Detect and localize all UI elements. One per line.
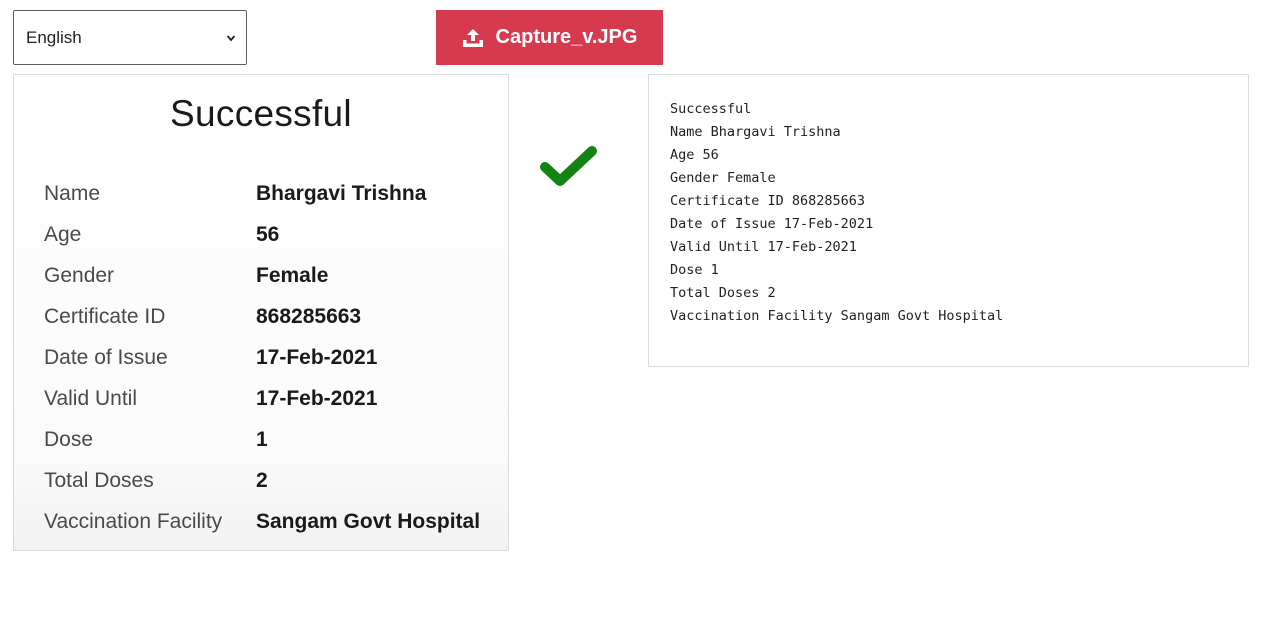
extracted-text-line: Name Bhargavi Trishna: [670, 124, 841, 140]
extracted-text-line: Valid Until 17-Feb-2021: [670, 239, 857, 255]
checkmark-icon: [540, 146, 597, 186]
certificate-row-value: 1: [256, 427, 268, 451]
upload-button-label: Capture_v.JPG: [495, 26, 638, 48]
certificate-row-label: Dose: [44, 427, 94, 451]
extracted-text-line: Age 56: [670, 147, 719, 163]
certificate-row: Gender Female: [44, 255, 504, 296]
certificate-row-label: Gender: [44, 263, 115, 287]
extracted-text-line: Vaccination Facility Sangam Govt Hospita…: [670, 308, 1004, 324]
certificate-row-label: Age: [44, 222, 82, 246]
certificate-row-value: 2: [256, 468, 268, 492]
extracted-text-line: Total Doses 2: [670, 285, 776, 301]
upload-image-button[interactable]: Capture_v.JPG: [436, 10, 663, 65]
extracted-text-panel: Successful Name Bhargavi Trishna Age 56 …: [648, 74, 1249, 367]
chevron-down-icon: [226, 34, 236, 41]
certificate-row-value: Bhargavi Trishna: [256, 181, 427, 205]
certificate-row-value: 56: [256, 222, 280, 246]
certificate-row: Vaccination Facility Sangam Govt Hospita…: [44, 501, 504, 542]
language-select[interactable]: English: [13, 10, 247, 65]
certificate-row: Name Bhargavi Trishna: [44, 173, 504, 214]
certificate-details: Name Bhargavi Trishna Age 56 Gender Fema…: [44, 173, 504, 542]
certificate-row-label: Date of Issue: [44, 345, 168, 369]
certificate-title: Successful: [170, 93, 352, 134]
certificate-row: Certificate ID 868285663: [44, 296, 504, 337]
certificate-row: Total Doses 2: [44, 460, 504, 501]
certificate-row: Date of Issue 17-Feb-2021: [44, 337, 504, 378]
language-select-value: English: [26, 27, 82, 47]
certificate-row-value: Sangam Govt Hospital: [256, 509, 481, 533]
certificate-row: Valid Until 17-Feb-2021: [44, 378, 504, 419]
upload-icon: [462, 28, 483, 47]
certificate-row-label: Vaccination Facility: [44, 509, 223, 533]
certificate-row-value: 17-Feb-2021: [256, 386, 378, 410]
certificate-row: Dose 1: [44, 419, 504, 460]
extracted-text-line: Date of Issue 17-Feb-2021: [670, 216, 874, 232]
certificate-preview-image: Successful Name Bhargavi Trishna Age 56 …: [13, 74, 509, 551]
extracted-text-line: Gender Female: [670, 170, 776, 186]
certificate-row-label: Total Doses: [44, 468, 154, 492]
certificate-row: Age 56: [44, 214, 504, 255]
extracted-text-line: Certificate ID 868285663: [670, 193, 866, 209]
certificate-row-label: Valid Until: [44, 386, 137, 410]
certificate-row-value: 17-Feb-2021: [256, 345, 378, 369]
certificate-row-value: Female: [256, 263, 329, 287]
certificate-row-label: Certificate ID: [44, 304, 166, 328]
certificate-row-value: 868285663: [256, 304, 362, 328]
extracted-text-line: Successful: [670, 101, 752, 117]
extracted-text-line: Dose 1: [670, 262, 719, 278]
certificate-row-label: Name: [44, 181, 101, 205]
